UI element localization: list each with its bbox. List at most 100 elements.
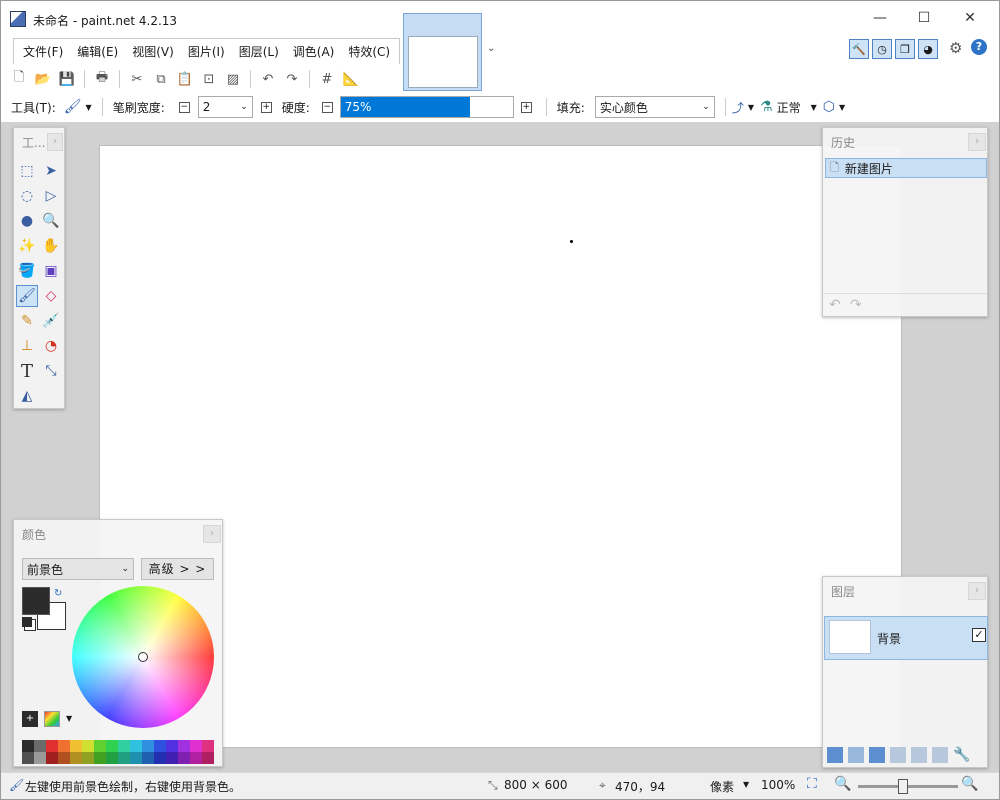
tool-dropdown-arrow-icon[interactable]: ▼ bbox=[86, 103, 92, 112]
antialiasing-icon[interactable]: ⤴ bbox=[732, 99, 744, 116]
palette-swatch[interactable] bbox=[190, 752, 202, 764]
paintbrush-tool-icon[interactable]: 🖌 bbox=[16, 285, 38, 307]
settings-gear-icon[interactable]: ⚙ bbox=[949, 39, 962, 57]
line-curve-icon[interactable]: ⤡ bbox=[40, 360, 62, 382]
palette-dropdown-arrow-icon[interactable]: ▼ bbox=[66, 714, 72, 723]
layer-visibility-checkbox[interactable]: ✓ bbox=[972, 628, 986, 642]
reset-colors-icon[interactable] bbox=[22, 617, 32, 627]
redo-icon[interactable]: ↷ bbox=[282, 69, 302, 89]
menu-view[interactable]: 视图(V) bbox=[125, 40, 181, 64]
palette-swatch[interactable] bbox=[70, 740, 82, 752]
move-layer-down-icon[interactable] bbox=[932, 747, 948, 763]
hardness-slider[interactable]: 75% bbox=[339, 96, 514, 118]
menu-layers[interactable]: 图层(L) bbox=[232, 40, 286, 64]
layer-row[interactable]: 背景 ✓ bbox=[824, 616, 988, 660]
palette-swatch[interactable] bbox=[82, 740, 94, 752]
gradient-icon[interactable]: ▣ bbox=[40, 260, 62, 282]
zoom-icon[interactable]: 🔍 bbox=[40, 210, 62, 232]
palette-swatch[interactable] bbox=[70, 752, 82, 764]
save-icon[interactable]: 💾 bbox=[57, 69, 77, 89]
blend-mode-dropdown-arrow-icon[interactable]: ▼ bbox=[811, 103, 817, 112]
pan-hand-icon[interactable]: ✋ bbox=[40, 235, 62, 257]
unit-dropdown-arrow-icon[interactable]: ▼ bbox=[743, 780, 749, 789]
layer-properties-wrench-icon[interactable]: 🔧 bbox=[953, 747, 970, 763]
chevron-down-icon[interactable]: ⌄ bbox=[487, 43, 495, 54]
palette-swatch[interactable] bbox=[154, 740, 166, 752]
palette-swatch[interactable] bbox=[58, 752, 70, 764]
zoom-to-window-icon[interactable]: ⛶ bbox=[807, 776, 817, 792]
palette-swatch[interactable] bbox=[58, 740, 70, 752]
merge-layer-icon[interactable] bbox=[890, 747, 906, 763]
menu-image[interactable]: 图片(I) bbox=[181, 40, 232, 64]
menu-effects[interactable]: 特效(C) bbox=[341, 40, 397, 64]
primary-color-swatch[interactable] bbox=[22, 587, 50, 615]
paste-icon[interactable]: 📋 bbox=[175, 69, 195, 89]
new-file-icon[interactable]: 🗋 bbox=[9, 69, 29, 89]
open-folder-icon[interactable]: 📂 bbox=[33, 69, 53, 89]
clone-stamp-icon[interactable]: ⊥ bbox=[16, 335, 38, 357]
fill-mode-select[interactable]: 实心颜色 ⌄ bbox=[594, 96, 715, 118]
palette-swatch[interactable] bbox=[130, 752, 142, 764]
zoom-in-icon[interactable]: 🔍 bbox=[961, 776, 978, 792]
shapes-icon[interactable]: ◭ bbox=[16, 385, 38, 407]
history-panel-toggle-icon[interactable]: ◷ bbox=[872, 39, 892, 59]
history-panel-close-button[interactable]: › bbox=[968, 133, 986, 151]
palette-swatch[interactable] bbox=[142, 740, 154, 752]
move-layer-up-icon[interactable] bbox=[911, 747, 927, 763]
palette-swatch[interactable] bbox=[130, 740, 142, 752]
help-icon[interactable]: ? bbox=[971, 39, 987, 55]
history-redo-icon[interactable]: ↷ bbox=[850, 297, 862, 313]
ruler-icon[interactable]: 📐 bbox=[341, 69, 361, 89]
palette-swatch[interactable] bbox=[94, 740, 106, 752]
lasso-select-icon[interactable]: ◌ bbox=[16, 185, 38, 207]
antialiasing-dropdown-arrow-icon[interactable]: ▼ bbox=[748, 103, 754, 112]
menu-file[interactable]: 文件(F) bbox=[16, 40, 70, 64]
palette-swatch[interactable] bbox=[202, 752, 214, 764]
colors-panel-toggle-icon[interactable]: ◕ bbox=[918, 39, 938, 59]
close-button[interactable]: ✕ bbox=[947, 1, 993, 35]
magic-wand-icon[interactable]: ✨ bbox=[16, 235, 38, 257]
paint-bucket-icon[interactable]: 🪣 bbox=[16, 260, 38, 282]
selection-mode-icon[interactable]: ⬡ bbox=[823, 99, 835, 115]
pencil-icon[interactable]: ✎ bbox=[16, 310, 38, 332]
maximize-button[interactable]: ☐ bbox=[901, 1, 947, 35]
palette-swatch[interactable] bbox=[106, 752, 118, 764]
deselect-icon[interactable]: ▨ bbox=[223, 69, 243, 89]
duplicate-layer-icon[interactable] bbox=[869, 747, 885, 763]
copy-icon[interactable]: ⧉ bbox=[151, 69, 171, 89]
brush-width-decrease-button[interactable]: − bbox=[178, 101, 190, 113]
zoom-value[interactable]: 100% bbox=[761, 778, 795, 792]
tools-panel-close-button[interactable]: › bbox=[47, 133, 63, 151]
palette-swatch[interactable] bbox=[34, 752, 46, 764]
eraser-icon[interactable]: ◇ bbox=[40, 285, 62, 307]
palette-swatch[interactable] bbox=[94, 752, 106, 764]
menu-edit[interactable]: 编辑(E) bbox=[70, 40, 125, 64]
color-wheel-cursor[interactable] bbox=[138, 652, 148, 662]
palette-swatch[interactable] bbox=[166, 740, 178, 752]
hardness-decrease-button[interactable]: − bbox=[321, 101, 333, 113]
move-selected-pixels-icon[interactable]: ➤ bbox=[40, 160, 62, 182]
paintbrush-icon[interactable]: 🖌 bbox=[64, 99, 82, 115]
swap-colors-icon[interactable]: ↻ bbox=[54, 588, 62, 599]
color-mode-select[interactable]: 前景色 ⌄ bbox=[22, 558, 134, 580]
image-tab[interactable] bbox=[403, 13, 482, 91]
palette-swatch[interactable] bbox=[202, 740, 214, 752]
layers-panel-toggle-icon[interactable]: ❐ bbox=[895, 39, 915, 59]
palette-swatch[interactable] bbox=[22, 740, 34, 752]
palette-swatch[interactable] bbox=[118, 752, 130, 764]
history-undo-icon[interactable]: ↶ bbox=[829, 297, 841, 313]
palette-swatch[interactable] bbox=[154, 752, 166, 764]
colors-panel-close-button[interactable]: › bbox=[203, 525, 221, 543]
hardness-increase-button[interactable]: + bbox=[520, 101, 532, 113]
history-item[interactable]: 🗋 新建图片 bbox=[825, 158, 987, 178]
selection-mode-dropdown-arrow-icon[interactable]: ▼ bbox=[839, 103, 845, 112]
menu-adjustments[interactable]: 调色(A) bbox=[286, 40, 342, 64]
palette-swatch[interactable] bbox=[190, 740, 202, 752]
minimize-button[interactable]: — bbox=[857, 1, 903, 35]
color-picker-icon[interactable]: 💉 bbox=[40, 310, 62, 332]
move-selection-icon[interactable]: ▷ bbox=[40, 185, 62, 207]
add-to-palette-icon[interactable]: + bbox=[22, 711, 38, 727]
tools-panel-toggle-icon[interactable]: 🔨 bbox=[849, 39, 869, 59]
layers-panel-close-button[interactable]: › bbox=[968, 582, 986, 600]
palette-swatch[interactable] bbox=[106, 740, 118, 752]
